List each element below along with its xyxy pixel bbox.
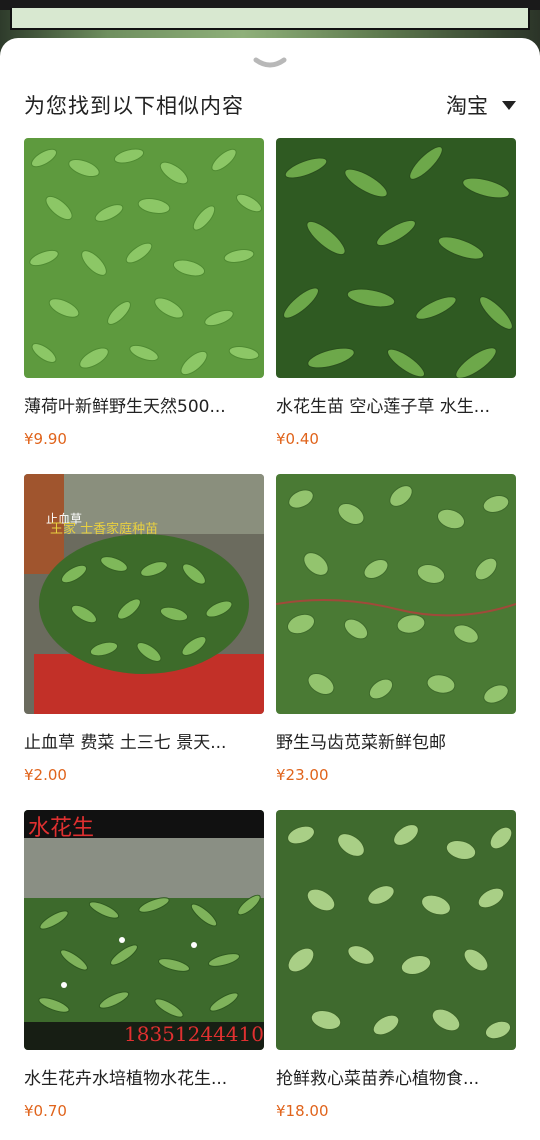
image-watermark: 王家 士香家庭种苗: [50, 522, 159, 537]
sheet-header: 为您找到以下相似内容 淘宝: [24, 88, 524, 122]
product-title[interactable]: 抢鲜救心菜苗养心植物食...: [276, 1064, 516, 1089]
product-card[interactable]: 薄荷叶新鲜野生天然500... ¥9.90: [24, 138, 264, 458]
product-image[interactable]: [276, 810, 516, 1050]
similar-results-sheet: 为您找到以下相似内容 淘宝 薄荷叶新鲜野生天然500... ¥9.90 水花生苗…: [0, 38, 540, 1140]
collapse-handle-icon[interactable]: [252, 56, 288, 70]
product-title[interactable]: 水生花卉水培植物水花生...: [24, 1064, 264, 1089]
product-price: ¥2.00: [24, 766, 67, 784]
product-card[interactable]: 止血草 王家 士香家庭种苗 止血草 费菜 土三七 景天... ¥2.00: [24, 474, 264, 794]
product-title[interactable]: 止血草 费菜 土三七 景天...: [24, 728, 264, 753]
product-title[interactable]: 水花生苗 空心莲子草 水生...: [276, 392, 516, 417]
product-card[interactable]: 抢鲜救心菜苗养心植物食... ¥18.00: [276, 810, 516, 1130]
product-card[interactable]: 水花生苗 空心莲子草 水生... ¥0.40: [276, 138, 516, 458]
product-price: ¥18.00: [276, 1102, 329, 1120]
product-image[interactable]: 水花生 18351244410: [24, 810, 264, 1050]
product-title[interactable]: 薄荷叶新鲜野生天然500...: [24, 392, 264, 417]
product-image[interactable]: [24, 138, 264, 378]
product-price: ¥0.40: [276, 430, 319, 448]
source-selector[interactable]: 淘宝: [446, 90, 516, 120]
image-watermark: 18351244410: [124, 1022, 264, 1046]
image-watermark: 水花生: [28, 816, 95, 841]
product-price: ¥0.70: [24, 1102, 67, 1120]
product-price: ¥23.00: [276, 766, 329, 784]
product-card[interactable]: 水花生 18351244410 水生花卉水培植物水花生... ¥0.70: [24, 810, 264, 1130]
source-label: 淘宝: [446, 94, 488, 118]
product-image[interactable]: [276, 138, 516, 378]
sheet-title: 为您找到以下相似内容: [24, 94, 244, 118]
product-title[interactable]: 野生马齿苋菜新鲜包邮: [276, 728, 516, 753]
product-card[interactable]: 野生马齿苋菜新鲜包邮 ¥23.00: [276, 474, 516, 794]
product-image[interactable]: [276, 474, 516, 714]
dropdown-caret-icon: [502, 100, 516, 110]
product-price: ¥9.90: [24, 430, 67, 448]
background-frame: [10, 8, 530, 30]
product-image[interactable]: 止血草 王家 士香家庭种苗: [24, 474, 264, 714]
